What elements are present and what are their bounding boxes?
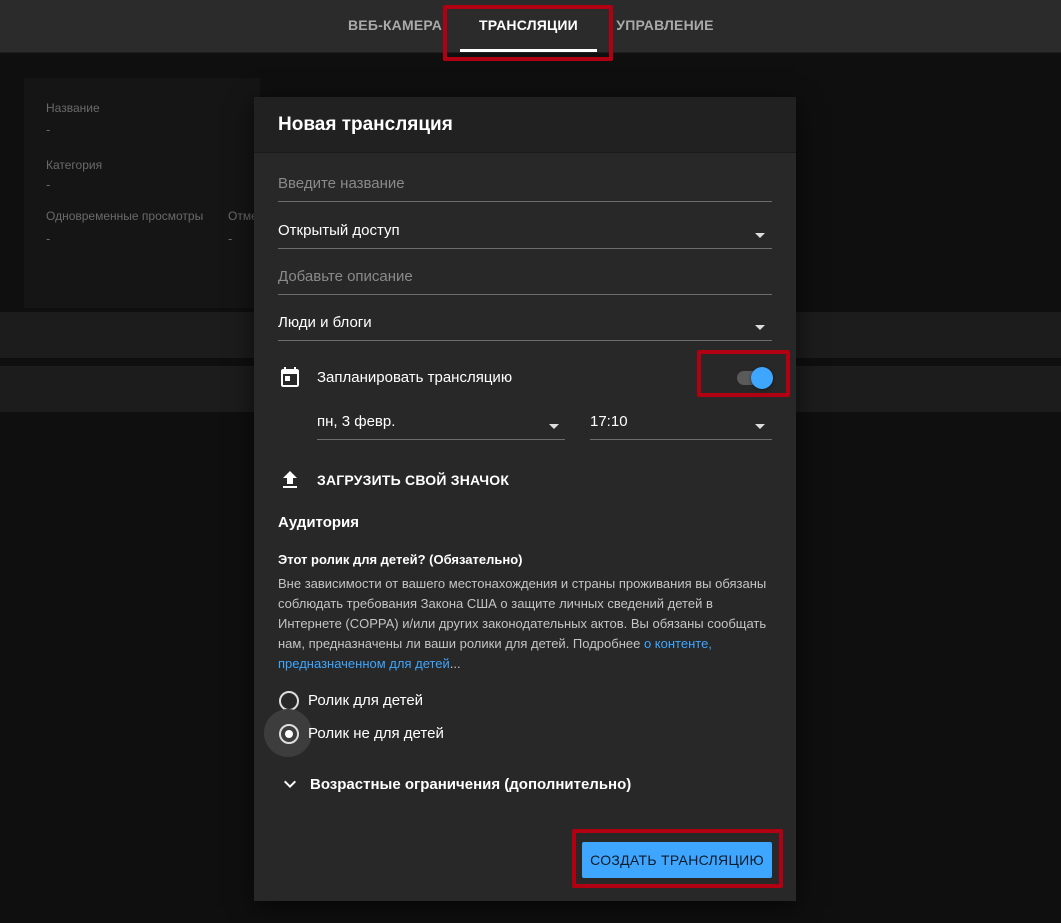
tab-webcam[interactable]: ВЕБ-КАМЕРА [340, 0, 450, 52]
bg-value-truncated: - [228, 231, 233, 246]
tab-manage[interactable]: УПРАВЛЕНИЕ [610, 0, 720, 52]
schedule-label: Запланировать трансляцию [317, 369, 513, 386]
privacy-select[interactable]: Открытый доступ [278, 212, 772, 249]
upload-icon [283, 471, 297, 488]
bg-label-category: Категория [46, 158, 103, 172]
radio-made-for-kids-label: Ролик для детей [308, 692, 424, 709]
privacy-select-value: Открытый доступ [278, 222, 400, 239]
radio-not-made-for-kids[interactable] [279, 724, 299, 744]
schedule-date-select[interactable]: пн, 3 февр. [317, 403, 565, 440]
bg-value-name: - [46, 122, 51, 137]
coppa-ellipsis: ... [449, 656, 461, 671]
stream-title-field [278, 165, 772, 202]
radio-made-for-kids[interactable] [279, 691, 299, 711]
bg-label-name: Название [46, 101, 100, 115]
new-stream-dialog: Новая трансляция Открытый доступ Люди и … [254, 97, 796, 901]
schedule-time-select[interactable]: 17:10 [590, 403, 772, 440]
schedule-time-value: 17:10 [590, 413, 628, 430]
date-dropdown-caret-icon [549, 424, 559, 429]
bg-label-concurrent-views: Одновременные просмотры [46, 209, 204, 223]
description-input[interactable] [278, 264, 758, 288]
dialog-header: Новая трансляция [254, 97, 796, 153]
calendar-icon [281, 367, 299, 387]
schedule-date-value: пн, 3 февр. [317, 413, 396, 430]
highlight-box-create-button [572, 829, 783, 888]
kids-question: Этот ролик для детей? (Обязательно) [278, 552, 523, 567]
highlight-box-streams-tab [443, 5, 613, 61]
bg-value-category: - [46, 177, 51, 192]
category-select[interactable]: Люди и блоги [278, 304, 772, 341]
dialog-title: Новая трансляция [278, 114, 453, 135]
stream-title-input[interactable] [278, 171, 758, 195]
chevron-down-icon [284, 780, 296, 788]
privacy-dropdown-caret-icon [755, 233, 765, 238]
time-dropdown-caret-icon [755, 424, 765, 429]
highlight-box-schedule-toggle [697, 350, 790, 397]
age-restriction-expander[interactable]: Возрастные ограничения (дополнительно) [310, 776, 631, 793]
audience-heading: Аудитория [278, 514, 359, 531]
radio-not-made-for-kids-label: Ролик не для детей [308, 725, 444, 742]
category-select-value: Люди и блоги [278, 314, 372, 331]
category-dropdown-caret-icon [755, 325, 765, 330]
radio-selected-dot [285, 730, 293, 738]
description-field [278, 258, 772, 295]
bg-value-concurrent-views: - [46, 231, 51, 246]
coppa-description: Вне зависимости от вашего местонахождени… [278, 574, 774, 674]
upload-thumbnail-button[interactable]: ЗАГРУЗИТЬ СВОЙ ЗНАЧОК [317, 472, 509, 488]
